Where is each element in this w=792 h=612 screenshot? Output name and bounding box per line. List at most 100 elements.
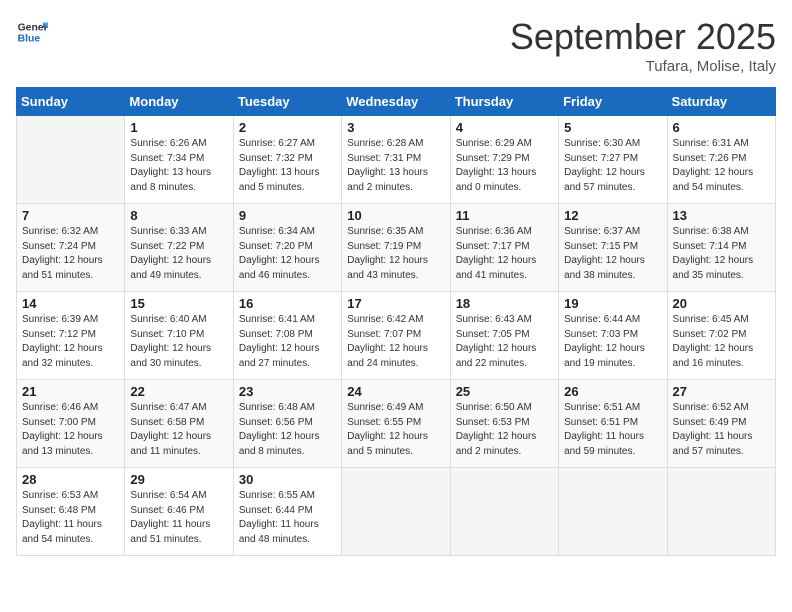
day-info: Sunrise: 6:52 AM Sunset: 6:49 PM Dayligh… bbox=[673, 401, 770, 459]
calendar-cell: 4Sunrise: 6:29 AM Sunset: 7:29 PM Daylig… bbox=[450, 116, 558, 204]
week-row-3: 14 Sunrise: 6:39 AM Sunset: 7:12 PM Dayli… bbox=[17, 292, 776, 380]
calendar-cell bbox=[17, 116, 125, 204]
calendar-cell: 5 Sunrise: 6:30 AM Sunset: 7:27 PM Daylig… bbox=[559, 116, 667, 204]
weekday-header-row: SundayMondayTuesdayWednesdayThursdayFrid… bbox=[17, 88, 776, 116]
day-number: 14 bbox=[22, 296, 119, 311]
day-info: Sunrise: 6:44 AM Sunset: 7:03 PM Dayligh… bbox=[564, 313, 661, 371]
logo: General Blue bbox=[16, 16, 48, 48]
calendar-cell: 20 Sunrise: 6:45 AM Sunset: 7:02 PM Dayli… bbox=[667, 292, 775, 380]
month-title: September 2025 bbox=[510, 16, 776, 58]
weekday-header-monday: Monday bbox=[125, 88, 233, 116]
day-info: Sunrise: 6:45 AM Sunset: 7:02 PM Dayligh… bbox=[673, 313, 770, 371]
day-number: 13 bbox=[673, 208, 770, 223]
calendar-cell: 11Sunrise: 6:36 AM Sunset: 7:17 PM Dayli… bbox=[450, 204, 558, 292]
calendar-cell: 14 Sunrise: 6:39 AM Sunset: 7:12 PM Dayli… bbox=[17, 292, 125, 380]
day-number: 8 bbox=[130, 208, 227, 223]
calendar-cell: 2 Sunrise: 6:27 AM Sunset: 7:32 PM Daylig… bbox=[233, 116, 341, 204]
calendar-cell bbox=[450, 468, 558, 556]
day-info: Sunrise: 6:31 AM Sunset: 7:26 PM Dayligh… bbox=[673, 137, 770, 195]
day-number: 2 bbox=[239, 120, 336, 135]
day-number: 28 bbox=[22, 472, 119, 487]
day-info: Sunrise: 6:55 AM Sunset: 6:44 PM Dayligh… bbox=[239, 489, 336, 547]
calendar-cell: 21 Sunrise: 6:46 AM Sunset: 7:00 PM Dayli… bbox=[17, 380, 125, 468]
week-row-4: 21 Sunrise: 6:46 AM Sunset: 7:00 PM Dayli… bbox=[17, 380, 776, 468]
calendar-cell: 19Sunrise: 6:44 AM Sunset: 7:03 PM Dayli… bbox=[559, 292, 667, 380]
day-number: 22 bbox=[130, 384, 227, 399]
day-info: Sunrise: 6:27 AM Sunset: 7:32 PM Dayligh… bbox=[239, 137, 336, 195]
day-info: Sunrise: 6:38 AM Sunset: 7:14 PM Dayligh… bbox=[673, 225, 770, 283]
day-info: Sunrise: 6:39 AM Sunset: 7:12 PM Dayligh… bbox=[22, 313, 119, 371]
day-info: Sunrise: 6:43 AM Sunset: 7:05 PM Dayligh… bbox=[456, 313, 553, 371]
calendar-cell: 7 Sunrise: 6:32 AM Sunset: 7:24 PM Daylig… bbox=[17, 204, 125, 292]
day-number: 20 bbox=[673, 296, 770, 311]
day-number: 25 bbox=[456, 384, 553, 399]
day-info: Sunrise: 6:29 AM Sunset: 7:29 PM Dayligh… bbox=[456, 137, 553, 195]
day-info: Sunrise: 6:34 AM Sunset: 7:20 PM Dayligh… bbox=[239, 225, 336, 283]
day-info: Sunrise: 6:40 AM Sunset: 7:10 PM Dayligh… bbox=[130, 313, 227, 371]
day-info: Sunrise: 6:37 AM Sunset: 7:15 PM Dayligh… bbox=[564, 225, 661, 283]
day-number: 21 bbox=[22, 384, 119, 399]
calendar-cell bbox=[559, 468, 667, 556]
week-row-2: 7 Sunrise: 6:32 AM Sunset: 7:24 PM Daylig… bbox=[17, 204, 776, 292]
calendar-cell: 16 Sunrise: 6:41 AM Sunset: 7:08 PM Dayli… bbox=[233, 292, 341, 380]
calendar-cell: 15Sunrise: 6:40 AM Sunset: 7:10 PM Dayli… bbox=[125, 292, 233, 380]
svg-text:Blue: Blue bbox=[18, 34, 41, 45]
calendar-cell: 9Sunrise: 6:34 AM Sunset: 7:20 PM Daylig… bbox=[233, 204, 341, 292]
calendar-cell: 30 Sunrise: 6:55 AM Sunset: 6:44 PM Dayli… bbox=[233, 468, 341, 556]
calendar-cell: 6 Sunrise: 6:31 AM Sunset: 7:26 PM Daylig… bbox=[667, 116, 775, 204]
day-number: 12 bbox=[564, 208, 661, 223]
day-info: Sunrise: 6:35 AM Sunset: 7:19 PM Dayligh… bbox=[347, 225, 444, 283]
day-number: 1 bbox=[130, 120, 227, 135]
week-row-5: 28 Sunrise: 6:53 AM Sunset: 6:48 PM Dayli… bbox=[17, 468, 776, 556]
day-number: 6 bbox=[673, 120, 770, 135]
calendar-cell: 28 Sunrise: 6:53 AM Sunset: 6:48 PM Dayli… bbox=[17, 468, 125, 556]
day-info: Sunrise: 6:41 AM Sunset: 7:08 PM Dayligh… bbox=[239, 313, 336, 371]
page-header: General Blue September 2025 Tufara, Moli… bbox=[16, 16, 776, 75]
day-number: 18 bbox=[456, 296, 553, 311]
week-row-1: 1 Sunrise: 6:26 AM Sunset: 7:34 PM Daylig… bbox=[17, 116, 776, 204]
day-info: Sunrise: 6:51 AM Sunset: 6:51 PM Dayligh… bbox=[564, 401, 661, 459]
day-number: 5 bbox=[564, 120, 661, 135]
day-info: Sunrise: 6:54 AM Sunset: 6:46 PM Dayligh… bbox=[130, 489, 227, 547]
weekday-header-thursday: Thursday bbox=[450, 88, 558, 116]
day-info: Sunrise: 6:32 AM Sunset: 7:24 PM Dayligh… bbox=[22, 225, 119, 283]
calendar-cell bbox=[667, 468, 775, 556]
weekday-header-friday: Friday bbox=[559, 88, 667, 116]
day-number: 16 bbox=[239, 296, 336, 311]
day-info: Sunrise: 6:47 AM Sunset: 6:58 PM Dayligh… bbox=[130, 401, 227, 459]
day-number: 7 bbox=[22, 208, 119, 223]
calendar-cell: 12 Sunrise: 6:37 AM Sunset: 7:15 PM Dayli… bbox=[559, 204, 667, 292]
calendar-cell: 17Sunrise: 6:42 AM Sunset: 7:07 PM Dayli… bbox=[342, 292, 450, 380]
calendar-cell: 3 Sunrise: 6:28 AM Sunset: 7:31 PM Daylig… bbox=[342, 116, 450, 204]
weekday-header-sunday: Sunday bbox=[17, 88, 125, 116]
calendar-cell: 13 Sunrise: 6:38 AM Sunset: 7:14 PM Dayli… bbox=[667, 204, 775, 292]
day-number: 30 bbox=[239, 472, 336, 487]
day-number: 29 bbox=[130, 472, 227, 487]
calendar-cell: 29 Sunrise: 6:54 AM Sunset: 6:46 PM Dayli… bbox=[125, 468, 233, 556]
day-number: 23 bbox=[239, 384, 336, 399]
day-number: 3 bbox=[347, 120, 444, 135]
day-number: 26 bbox=[564, 384, 661, 399]
day-info: Sunrise: 6:30 AM Sunset: 7:27 PM Dayligh… bbox=[564, 137, 661, 195]
calendar-cell: 27Sunrise: 6:52 AM Sunset: 6:49 PM Dayli… bbox=[667, 380, 775, 468]
weekday-header-wednesday: Wednesday bbox=[342, 88, 450, 116]
day-info: Sunrise: 6:53 AM Sunset: 6:48 PM Dayligh… bbox=[22, 489, 119, 547]
day-info: Sunrise: 6:28 AM Sunset: 7:31 PM Dayligh… bbox=[347, 137, 444, 195]
day-info: Sunrise: 6:46 AM Sunset: 7:00 PM Dayligh… bbox=[22, 401, 119, 459]
day-number: 10 bbox=[347, 208, 444, 223]
calendar-cell: 26 Sunrise: 6:51 AM Sunset: 6:51 PM Dayli… bbox=[559, 380, 667, 468]
day-info: Sunrise: 6:49 AM Sunset: 6:55 PM Dayligh… bbox=[347, 401, 444, 459]
day-info: Sunrise: 6:33 AM Sunset: 7:22 PM Dayligh… bbox=[130, 225, 227, 283]
day-info: Sunrise: 6:26 AM Sunset: 7:34 PM Dayligh… bbox=[130, 137, 227, 195]
calendar-cell: 23Sunrise: 6:48 AM Sunset: 6:56 PM Dayli… bbox=[233, 380, 341, 468]
day-number: 24 bbox=[347, 384, 444, 399]
calendar-cell: 8 Sunrise: 6:33 AM Sunset: 7:22 PM Daylig… bbox=[125, 204, 233, 292]
calendar-cell: 18 Sunrise: 6:43 AM Sunset: 7:05 PM Dayli… bbox=[450, 292, 558, 380]
calendar-cell bbox=[342, 468, 450, 556]
calendar-cell: 24 Sunrise: 6:49 AM Sunset: 6:55 PM Dayli… bbox=[342, 380, 450, 468]
day-number: 17 bbox=[347, 296, 444, 311]
weekday-header-tuesday: Tuesday bbox=[233, 88, 341, 116]
calendar-cell: 1 Sunrise: 6:26 AM Sunset: 7:34 PM Daylig… bbox=[125, 116, 233, 204]
calendar-cell: 10 Sunrise: 6:35 AM Sunset: 7:19 PM Dayli… bbox=[342, 204, 450, 292]
calendar-cell: 25Sunrise: 6:50 AM Sunset: 6:53 PM Dayli… bbox=[450, 380, 558, 468]
